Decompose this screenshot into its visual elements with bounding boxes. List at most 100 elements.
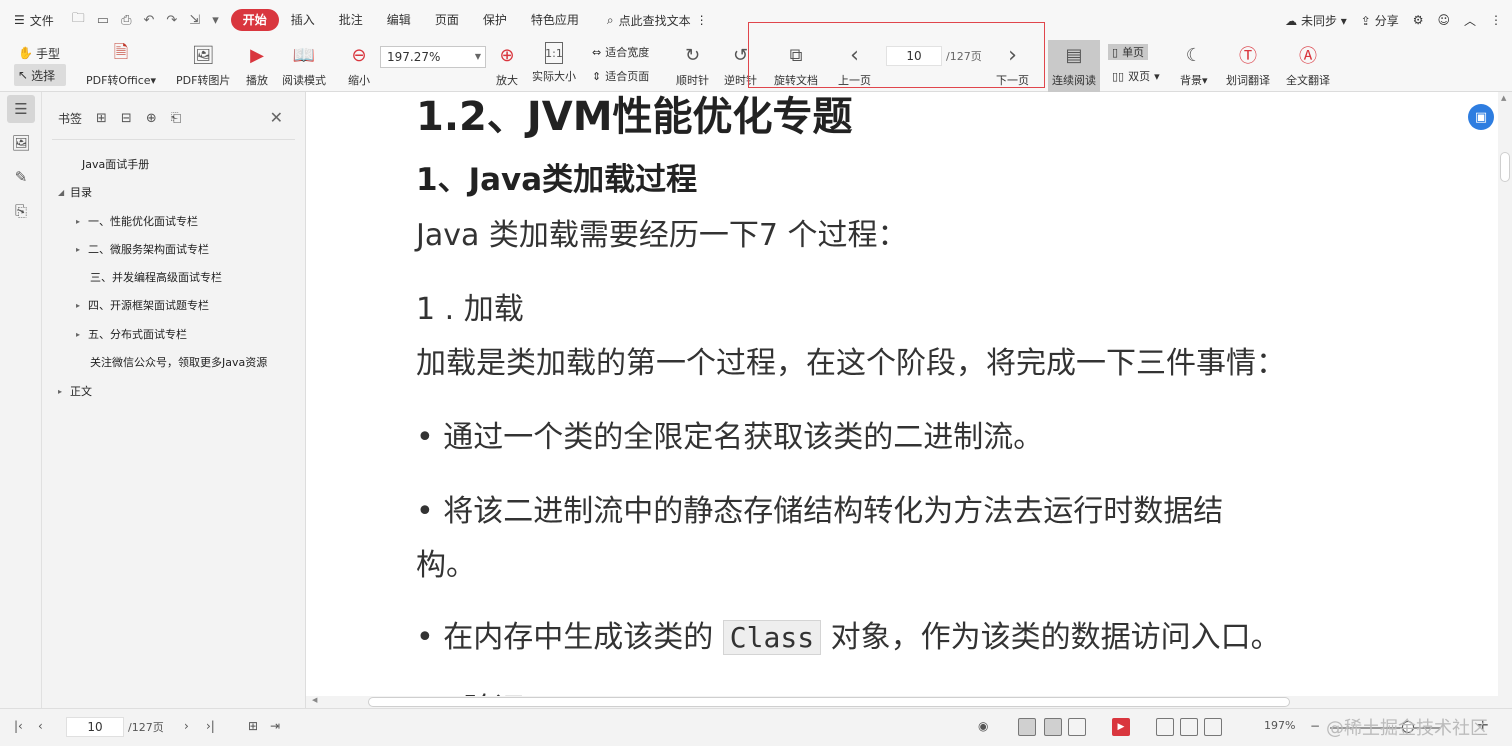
share-button[interactable]: ⇪ 分享 <box>1361 12 1399 29</box>
zoom-level-select[interactable]: 197.27% ▼ <box>380 46 486 68</box>
expand-all-icon[interactable]: ⊞ <box>96 111 107 126</box>
close-icon[interactable]: ✕ <box>270 108 283 127</box>
status-page-total: /127页 <box>128 721 164 734</box>
eye-protection-icon[interactable]: ◉ <box>978 719 988 733</box>
fit-page-status-icon[interactable] <box>1180 718 1198 736</box>
background-button[interactable]: ☾ 背景▾ <box>1180 40 1208 92</box>
tab-features[interactable]: 特色应用 <box>519 9 591 31</box>
hand-tool-button[interactable]: ✋ 手型 <box>14 42 66 64</box>
caret-icon[interactable]: ▸ <box>76 301 84 310</box>
scroll-left-arrow-icon[interactable]: ◀ <box>312 696 317 704</box>
caret-icon[interactable]: ▸ <box>76 330 84 339</box>
tab-edit[interactable]: 编辑 <box>375 9 423 31</box>
sync-status[interactable]: ☁ 未同步 ▾ <box>1285 12 1347 29</box>
document-view[interactable]: 1.2、JVM性能优化专题 1、Java类加载过程 Java 类加载需要经历一下… <box>306 92 1498 696</box>
bookmark-item[interactable]: Java面试手册 <box>70 156 149 172</box>
bookmark-item[interactable]: ▸ 一、性能优化面试专栏 <box>76 213 198 229</box>
tab-page[interactable]: 页面 <box>423 9 471 31</box>
tab-start[interactable]: 开始 <box>230 9 279 31</box>
actual-size-status-icon[interactable] <box>1156 718 1174 736</box>
tab-insert[interactable]: 插入 <box>279 9 327 31</box>
zoom-minus-icon[interactable]: − <box>1310 719 1320 733</box>
bookmark-item[interactable]: ▸ 四、开源框架面试题专栏 <box>76 297 209 313</box>
fit-width-status-icon[interactable] <box>1204 718 1222 736</box>
undo-icon[interactable]: ↶ <box>144 13 155 28</box>
scroll-up-arrow-icon[interactable]: ▲ <box>1501 94 1506 102</box>
vertical-scroll-thumb[interactable] <box>1500 152 1510 182</box>
bookmarks-panel-icon[interactable]: ☰ <box>7 95 35 123</box>
floating-tool-icon[interactable]: ▣ <box>1468 104 1494 130</box>
find-text-box[interactable]: ⌕ 点此查找文本 ⋮ <box>607 12 708 29</box>
zoom-percentage: 197% <box>1264 719 1296 732</box>
caret-icon[interactable]: ◢ <box>58 188 66 197</box>
prev-page-icon[interactable]: ‹ <box>38 719 43 733</box>
full-translate-button[interactable]: Ⓐ 全文翻译 <box>1286 40 1330 92</box>
status-page-input[interactable]: 10 <box>66 717 124 737</box>
settings-gear-icon[interactable]: ⚙ <box>1413 13 1424 27</box>
bookmark-item[interactable]: ▸ 正文 <box>58 383 92 399</box>
pdf-to-image-button[interactable]: 🖼 PDF转图片 <box>176 40 230 92</box>
double-page-button[interactable]: ▯▯ 双页 ▾ <box>1108 68 1164 84</box>
redo-icon[interactable]: ↷ <box>166 13 177 28</box>
play-slideshow-icon[interactable]: ▶ <box>1112 718 1130 736</box>
continuous-view-icon[interactable] <box>1018 718 1036 736</box>
export-page-icon[interactable]: ⇥ <box>270 719 280 733</box>
more-menu-icon[interactable]: ⋮ <box>1490 13 1502 27</box>
fit-page-button[interactable]: ⇕ 适合页面 <box>592 68 649 84</box>
watermark: @稀土掘金技术社区 <box>1326 718 1488 739</box>
first-page-icon[interactable]: |‹ <box>14 719 23 733</box>
fit-width-button[interactable]: ⇔ 适合宽度 <box>592 44 649 60</box>
status-bar: |‹ ‹ 10 /127页 › ›| ⊞ ⇥ ◉ ▶ 197% − + @稀土掘… <box>0 708 1512 746</box>
horizontal-scroll-thumb[interactable] <box>368 697 1290 707</box>
select-tool-button[interactable]: ↖ 选择 <box>14 64 66 86</box>
bookmark-icon[interactable]: ⎗ <box>171 111 181 126</box>
tab-annotate[interactable]: 批注 <box>327 9 375 31</box>
bookmark-item[interactable]: ▸ 二、微服务架构面试专栏 <box>76 241 209 257</box>
read-mode-button[interactable]: 📖 阅读模式 <box>282 40 326 92</box>
pdf-to-office-button[interactable]: 🗎 PDF转Office▾ <box>86 40 156 92</box>
continuous-read-button[interactable]: ▤ 连续阅读 <box>1048 40 1100 92</box>
caret-icon[interactable]: ▸ <box>76 217 84 226</box>
actual-size-button[interactable]: 1:1 实际大小 <box>532 40 576 92</box>
more-dropdown-icon[interactable]: ▾ <box>212 13 219 28</box>
horizontal-scrollbar[interactable]: ◀ <box>306 696 1498 708</box>
last-page-icon[interactable]: ›| <box>206 719 215 733</box>
page-number-input[interactable]: 10 <box>886 46 942 66</box>
collapse-ribbon-icon[interactable]: ︿ <box>1464 12 1476 29</box>
save-icon[interactable]: ▭ <box>97 13 109 28</box>
single-view-icon[interactable] <box>1044 718 1062 736</box>
side-icon-strip: ☰ 🖼 ✎ ⎘ <box>0 92 42 708</box>
single-page-button[interactable]: ▯ 单页 <box>1108 44 1149 60</box>
caret-icon[interactable]: ▸ <box>58 387 66 396</box>
word-translate-button[interactable]: Ⓣ 划词翻译 <box>1226 40 1270 92</box>
print-icon[interactable]: ⎙ <box>121 13 131 28</box>
zoom-out-button[interactable]: ⊖ 缩小 <box>346 40 372 92</box>
collapse-all-icon[interactable]: ⊟ <box>121 111 132 126</box>
skin-icon[interactable]: ☺ <box>1437 13 1450 27</box>
document-paragraph: 构。 <box>416 548 476 583</box>
zoom-out-icon: ⊖ <box>351 44 367 66</box>
vertical-scrollbar[interactable]: ▲ <box>1498 92 1512 696</box>
export-icon[interactable]: ⇲ <box>189 13 200 28</box>
add-page-icon[interactable]: ⊞ <box>248 719 258 733</box>
caret-icon[interactable]: ▸ <box>76 245 84 254</box>
next-page-icon[interactable]: › <box>184 719 189 733</box>
double-view-icon[interactable] <box>1068 718 1086 736</box>
thumbnails-panel-icon[interactable]: 🖼 <box>7 129 35 157</box>
page-total-label: /127页 <box>946 50 982 63</box>
open-folder-icon[interactable]: 🗀 <box>72 9 85 31</box>
document-paragraph: 加载是类加载的第一个过程，在这个阶段，将完成一下三件事情： <box>416 346 1286 381</box>
attachments-panel-icon[interactable]: ⎘ <box>7 197 35 225</box>
annotations-panel-icon[interactable]: ✎ <box>7 163 35 191</box>
rotate-clockwise-button[interactable]: ↻ 顺时针 <box>676 40 709 92</box>
bookmark-item[interactable]: ▸ 五、分布式面试专栏 <box>76 326 187 342</box>
document-paragraph: 2 . 验证 <box>416 684 524 696</box>
bookmark-item[interactable]: 三、并发编程高级面试专栏 <box>78 269 222 285</box>
file-menu[interactable]: ☰ 文件 <box>14 12 54 29</box>
bookmark-item[interactable]: ◢ 目录 <box>58 184 92 200</box>
zoom-in-button[interactable]: ⊕ 放大 <box>494 40 520 92</box>
add-bookmark-icon[interactable]: ⊕ <box>146 111 157 126</box>
play-button[interactable]: ▶ 播放 <box>244 40 270 92</box>
tab-protect[interactable]: 保护 <box>471 9 519 31</box>
bookmark-item[interactable]: 关注微信公众号，领取更多Java资源 <box>78 354 267 370</box>
